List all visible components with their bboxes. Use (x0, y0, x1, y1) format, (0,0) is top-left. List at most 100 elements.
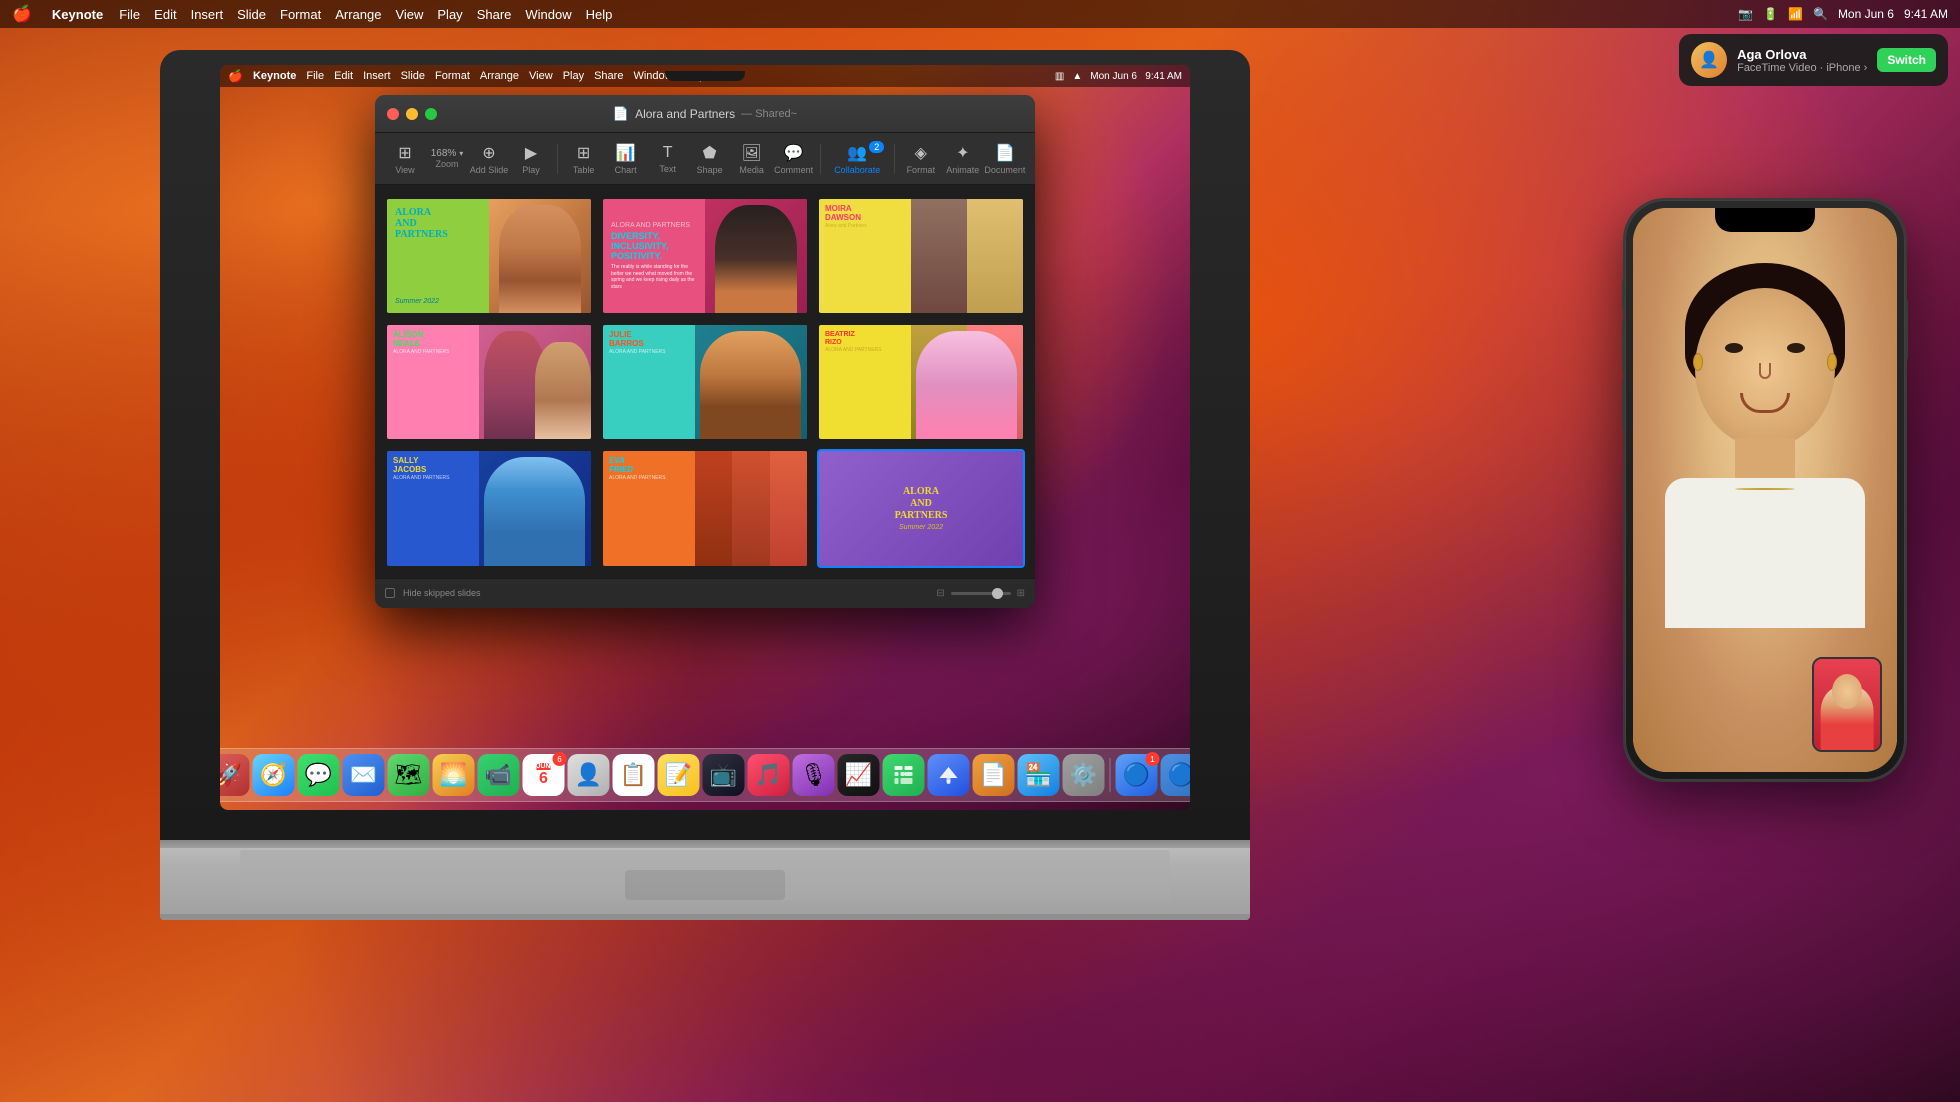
slide-thumb-6[interactable]: BEATRIZRIZO ALORA AND PARTNERS (817, 323, 1025, 441)
toolbar-text-button[interactable]: T Text (648, 140, 688, 178)
facetime-switch-button[interactable]: Switch (1877, 48, 1936, 72)
dock-app-podcasts[interactable]: 🎙 (793, 754, 835, 796)
menu-arrange[interactable]: Arrange (335, 7, 381, 22)
iphone-volume-down-button[interactable] (1622, 380, 1625, 430)
laptop-menu-insert[interactable]: Insert (363, 70, 391, 82)
iphone-mute-button[interactable] (1622, 280, 1625, 310)
window-close-button[interactable] (387, 108, 399, 120)
dock-app-sysext[interactable]: 🔵 1 (1116, 754, 1158, 796)
toolbar-chart-button[interactable]: 📊 Chart (606, 139, 646, 179)
dock-app-photos[interactable]: 🌅 (433, 754, 475, 796)
toolbar-shape-button[interactable]: ⬟ Shape (690, 139, 730, 179)
slide-thumb-9[interactable]: ALORAANDPARTNERS Summer 2022 9 (817, 449, 1025, 567)
menu-help[interactable]: Help (586, 7, 613, 22)
menubar-right: 📷 🔋 📶 🔍 Mon Jun 6 9:41 AM (1738, 7, 1948, 21)
dock-app-stocks[interactable]: 📈 (838, 754, 880, 796)
laptop-wifi-icon: ▲ (1072, 71, 1082, 82)
slide-grid: ALORAANDPARTNERS Summer 2022 1 (385, 197, 1025, 568)
toolbar-add-slide-button[interactable]: ⊕ Add Slide (469, 139, 509, 179)
dock-app-music[interactable]: 🎵 (748, 754, 790, 796)
collaborate-label: Collaborate (834, 165, 880, 175)
toolbar-play-button[interactable]: ▶ Play (511, 139, 551, 179)
slide-thumb-4[interactable]: ALISONNEALE ALORA AND PARTNERS (385, 323, 593, 441)
dock-app-tv[interactable]: 📺 (703, 754, 745, 796)
toolbar-collaborate-button[interactable]: 2 👥 Collaborate (826, 139, 888, 179)
laptop-menu-view[interactable]: View (529, 70, 553, 82)
dock-app-finder2[interactable]: 🔵 (1161, 754, 1191, 796)
dock-app-numbers[interactable] (883, 754, 925, 796)
menu-share[interactable]: Share (477, 7, 512, 22)
menu-insert[interactable]: Insert (191, 7, 224, 22)
slide-thumb-3[interactable]: MOIRADAWSON Alora and Partners (817, 197, 1025, 315)
toolbar-view-button[interactable]: ⊞ View (385, 139, 425, 179)
dock-app-contacts[interactable]: 👤 (568, 754, 610, 796)
slide-8-title: EVAFRIED (609, 457, 689, 475)
laptop-trackpad[interactable] (625, 870, 785, 900)
dock-app-reminders[interactable]: 📋 (613, 754, 655, 796)
window-maximize-button[interactable] (425, 108, 437, 120)
toolbar-document-button[interactable]: 📄 Document (985, 139, 1025, 179)
menu-play[interactable]: Play (437, 7, 462, 22)
menubar-app-name: Keynote (52, 7, 103, 22)
iphone-notch (1715, 208, 1815, 232)
slide-9-subtitle: Summer 2022 (899, 524, 943, 531)
shared-badge: — Shared~ (741, 108, 797, 120)
iphone-power-button[interactable] (1905, 300, 1908, 360)
laptop-menu-edit[interactable]: Edit (334, 70, 353, 82)
laptop-menu-arrange[interactable]: Arrange (480, 70, 519, 82)
menu-format[interactable]: Format (280, 7, 321, 22)
slide-2-person-silhouette (715, 205, 797, 314)
laptop-menu-slide[interactable]: Slide (401, 70, 425, 82)
dock-app-launchpad[interactable]: 🚀 (220, 754, 250, 796)
slide-4-title: ALISONNEALE (393, 331, 473, 349)
dock-app-maps[interactable]: 🗺 (388, 754, 430, 796)
toolbar-media-button[interactable]: 🖼 Media (732, 139, 772, 179)
face-body (1665, 478, 1865, 628)
calendar-badge: 6 (553, 752, 567, 766)
toolbar-animate-button[interactable]: ✦ Animate (943, 139, 983, 179)
search-icon[interactable]: 🔍 (1813, 7, 1828, 21)
slide-thumb-2[interactable]: ALORA AND PARTNERS DIVERSITY,INCLUSIVITY… (601, 197, 809, 315)
chart-label: Chart (615, 165, 637, 175)
laptop-menu-format[interactable]: Format (435, 70, 470, 82)
slide-5-title: JULIEBARROS (609, 331, 689, 349)
toolbar-zoom-button[interactable]: 168% ▾ Zoom (427, 144, 467, 173)
apple-logo-icon[interactable]: 🍎 (12, 4, 32, 24)
hide-skipped-checkbox[interactable] (385, 588, 395, 598)
hide-skipped-label: Hide skipped slides (403, 588, 481, 598)
slide-5-inner: JULIEBARROS ALORA AND PARTNERS (603, 325, 807, 439)
dock-app-sysprefs[interactable]: ⚙️ (1063, 754, 1105, 796)
laptop-apple-icon[interactable]: 🍎 (228, 69, 243, 83)
dock-app-pages[interactable]: 📄 (973, 754, 1015, 796)
slide-4-person-2 (535, 342, 591, 439)
dock-app-appstore[interactable]: 🏪 (1018, 754, 1060, 796)
menu-view[interactable]: View (395, 7, 423, 22)
slide-thumb-1[interactable]: ALORAANDPARTNERS Summer 2022 1 (385, 197, 593, 315)
dock-app-mail[interactable]: ✉️ (343, 754, 385, 796)
laptop-menu-file[interactable]: File (306, 70, 324, 82)
toolbar-format-button[interactable]: ◈ Format (901, 139, 941, 179)
slide-6-text-area: BEATRIZRIZO ALORA AND PARTNERS (819, 325, 911, 439)
menu-window[interactable]: Window (525, 7, 571, 22)
slide-thumb-7[interactable]: SALLYJACOBS ALORA AND PARTNERS 7 (385, 449, 593, 567)
dock-app-notes[interactable]: 📝 (658, 754, 700, 796)
dock-app-keynote[interactable] (928, 754, 970, 796)
dock-app-calendar[interactable]: JUN 6 6 (523, 754, 565, 796)
slide-grid-area: ALORAANDPARTNERS Summer 2022 1 (375, 185, 1035, 578)
earring-right (1827, 353, 1837, 371)
toolbar-comment-button[interactable]: 💬 Comment (774, 139, 814, 179)
menu-edit[interactable]: Edit (154, 7, 176, 22)
window-minimize-button[interactable] (406, 108, 418, 120)
laptop-menu-play[interactable]: Play (563, 70, 584, 82)
slide-thumb-8[interactable]: EVAFRIED ALORA AND PARTNERS (601, 449, 809, 567)
slide-thumb-5[interactable]: JULIEBARROS ALORA AND PARTNERS 5 (601, 323, 809, 441)
menu-slide[interactable]: Slide (237, 7, 266, 22)
laptop-menu-share[interactable]: Share (594, 70, 623, 82)
dock-app-facetime[interactable]: 📹 (478, 754, 520, 796)
menu-file[interactable]: File (119, 7, 140, 22)
iphone-volume-up-button[interactable] (1622, 320, 1625, 370)
dock-app-safari[interactable]: 🧭 (253, 754, 295, 796)
toolbar-table-button[interactable]: ⊞ Table (564, 139, 604, 179)
zoom-slider[interactable] (951, 592, 1011, 595)
dock-app-messages[interactable]: 💬 (298, 754, 340, 796)
